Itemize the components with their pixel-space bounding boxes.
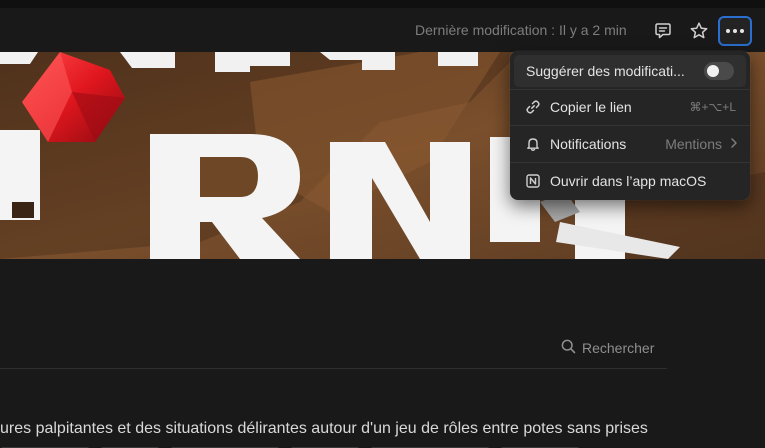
search-label: Rechercher (582, 340, 655, 356)
keyboard-shortcut: ⌘+⌥+L (689, 100, 736, 114)
menu-separator (510, 125, 750, 126)
menu-separator (510, 89, 750, 90)
menu-item-notifications[interactable]: Notifications Mentions (514, 128, 746, 160)
toggle-knob (707, 65, 719, 77)
chevron-right-icon (730, 136, 738, 152)
window-top-strip (0, 0, 765, 8)
search-button[interactable]: Rechercher (561, 339, 654, 357)
menu-separator (510, 162, 750, 163)
more-options-menu: Suggérer des modificati... Copier le lie… (510, 51, 750, 200)
notifications-value: Mentions (665, 136, 722, 152)
link-icon (524, 98, 542, 116)
content-divider (0, 368, 667, 369)
suggest-edits-toggle[interactable] (704, 62, 734, 80)
search-icon (561, 339, 576, 357)
menu-item-open-in-mac-app[interactable]: Ouvrir dans l’app macOS (514, 165, 746, 197)
paragraph-line: ures palpitantes et des situations délir… (0, 420, 648, 437)
favorite-button[interactable] (684, 17, 714, 45)
star-icon (689, 21, 709, 41)
more-options-button[interactable] (718, 16, 752, 46)
menu-item-copy-link[interactable]: Copier le lien ⌘+⌥+L (514, 91, 746, 123)
last-modified-label: Dernière modification : Il y a 2 min (415, 22, 627, 38)
menu-item-suggest-edits[interactable]: Suggérer des modificati... (514, 55, 746, 87)
comments-button[interactable] (648, 17, 678, 45)
paragraph-line-clipped (0, 442, 700, 448)
menu-item-label: Notifications (550, 136, 627, 152)
comment-icon (653, 21, 673, 41)
menu-item-label: Copier le lien (550, 99, 632, 115)
bell-icon (524, 135, 542, 153)
more-horizontal-icon (725, 28, 745, 34)
menu-item-label: Ouvrir dans l’app macOS (550, 173, 707, 189)
notion-icon (524, 172, 542, 190)
menu-item-label: Suggérer des modificati... (526, 63, 685, 79)
